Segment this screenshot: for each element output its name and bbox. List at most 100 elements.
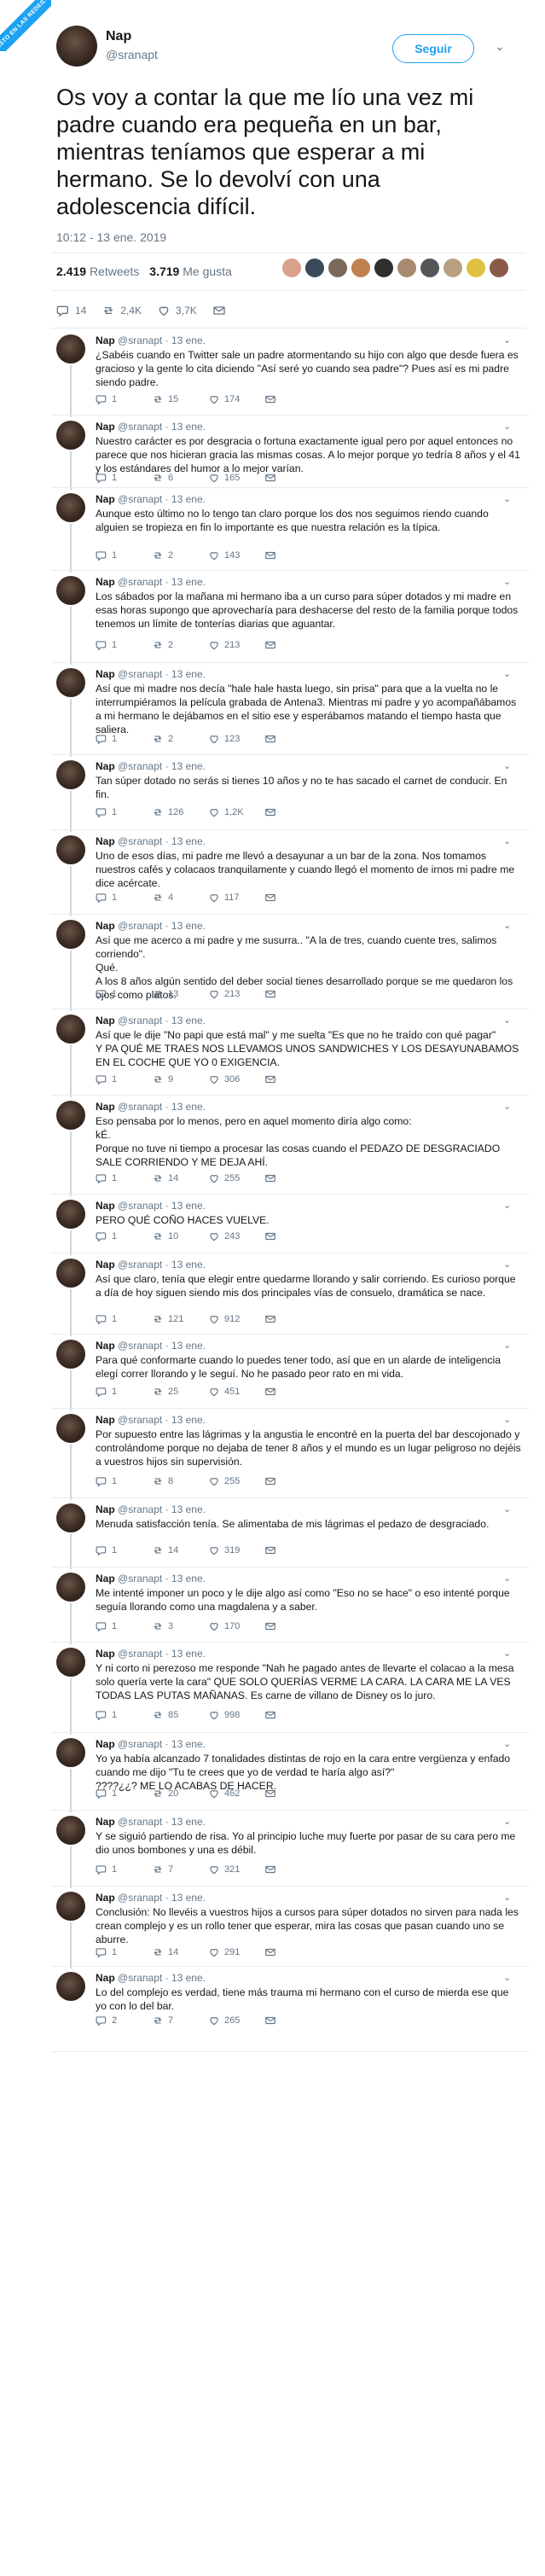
message-button[interactable] — [264, 1313, 321, 1325]
reply-tweet[interactable]: Nap @sranapt · 13 ene. ⌄ Para qué conforma… — [0, 1335, 545, 1410]
reply-tweet[interactable]: Nap @sranapt · 13 ene. ⌄ Así que mi madre … — [0, 663, 545, 757]
author-handle[interactable]: @sranapt — [118, 334, 162, 346]
author-name[interactable]: Nap — [96, 1414, 115, 1426]
retweet-button[interactable]: 6 — [152, 472, 208, 484]
reply-tweet[interactable]: Nap @sranapt · 13 ene. ⌄ Aunque esto últim… — [0, 488, 545, 573]
follow-button[interactable]: Seguir — [392, 34, 474, 63]
reply-date[interactable]: · 13 ene. — [165, 576, 206, 588]
chevron-down-icon[interactable]: ⌄ — [503, 920, 511, 931]
author-handle[interactable]: @sranapt — [106, 48, 158, 61]
reply-button[interactable]: 1 — [96, 1475, 152, 1487]
like-button[interactable]: 462 — [208, 1788, 264, 1800]
author-handle[interactable]: @sranapt — [118, 1259, 162, 1271]
reply-tweet[interactable]: Nap @sranapt · 13 ene. ⌄ Conclusión: No ll… — [0, 1887, 545, 1968]
reply-tweet[interactable]: Nap @sranapt · 13 ene. ⌄ Así que le dije "… — [0, 1009, 545, 1097]
author-name[interactable]: Nap — [106, 29, 131, 44]
like-button[interactable]: 143 — [208, 550, 264, 561]
reply-button[interactable]: 1 — [96, 1172, 152, 1184]
avatar[interactable] — [56, 1573, 85, 1602]
message-button[interactable] — [264, 988, 321, 1000]
author-name[interactable]: Nap — [96, 1648, 115, 1660]
avatar[interactable] — [56, 1259, 85, 1288]
author-name[interactable]: Nap — [96, 1892, 115, 1904]
liker-avatar[interactable] — [397, 258, 417, 278]
reply-button[interactable]: 1 — [96, 393, 152, 405]
avatar[interactable] — [56, 835, 85, 864]
like-button[interactable]: 265 — [208, 2015, 264, 2026]
reply-tweet[interactable]: Nap @sranapt · 13 ene. ⌄ ¿Sabéis cuando en… — [0, 329, 545, 417]
chevron-down-icon[interactable]: ⌄ — [503, 334, 511, 346]
reply-date[interactable]: · 13 ene. — [165, 1340, 206, 1352]
author-handle[interactable]: @sranapt — [118, 1892, 162, 1904]
reply-button[interactable]: 1 — [96, 733, 152, 745]
reply-tweet[interactable]: Nap @sranapt · 13 ene. ⌄ Menuda satisfacci… — [0, 1498, 545, 1569]
reply-header[interactable]: Nap @sranapt · 13 ene. — [96, 1816, 206, 1828]
reply-tweet[interactable]: Nap @sranapt · 13 ene. ⌄ Y ni corto ni per… — [0, 1643, 545, 1735]
reply-header[interactable]: Nap @sranapt · 13 ene. — [96, 1648, 206, 1660]
reply-button[interactable]: 1 — [96, 988, 152, 1000]
retweet-button[interactable]: 14 — [152, 1172, 208, 1184]
chevron-down-icon[interactable]: ⌄ — [503, 1648, 511, 1659]
reply-date[interactable]: · 13 ene. — [165, 1200, 206, 1212]
chevron-down-icon[interactable]: ⌄ — [503, 1414, 511, 1425]
chevron-down-icon[interactable]: ⌄ — [503, 1573, 511, 1584]
reply-header[interactable]: Nap @sranapt · 13 ene. — [96, 1573, 206, 1585]
reply-date[interactable]: · 13 ene. — [165, 1816, 206, 1828]
reply-tweet[interactable]: Nap @sranapt · 13 ene. ⌄ PERO QUÉ COÑO HAC… — [0, 1195, 545, 1255]
avatar[interactable] — [56, 1200, 85, 1229]
chevron-down-icon[interactable]: ⌄ — [503, 1101, 511, 1112]
reply-button[interactable]: 1 — [96, 1620, 152, 1632]
like-button[interactable]: 3,7K — [157, 304, 197, 317]
retweet-button[interactable]: 3 — [152, 1620, 208, 1632]
like-button[interactable]: 255 — [208, 1475, 264, 1487]
author-name[interactable]: Nap — [96, 493, 115, 505]
author-name[interactable]: Nap — [96, 421, 115, 433]
chevron-down-icon[interactable]: ⌄ — [503, 1015, 511, 1026]
avatar[interactable] — [56, 26, 97, 67]
reply-button[interactable]: 1 — [96, 1073, 152, 1085]
reply-header[interactable]: Nap @sranapt · 13 ene. — [96, 1101, 206, 1113]
reply-header[interactable]: Nap @sranapt · 13 ene. — [96, 1259, 206, 1271]
retweet-button[interactable]: 13 — [152, 988, 208, 1000]
reply-date[interactable]: · 13 ene. — [165, 1414, 206, 1426]
message-button[interactable] — [264, 1788, 321, 1800]
retweet-button[interactable]: 7 — [152, 1864, 208, 1875]
avatar[interactable] — [56, 421, 85, 450]
author-handle[interactable]: @sranapt — [118, 1015, 162, 1026]
retweet-button[interactable]: 25 — [152, 1386, 208, 1398]
author-name[interactable]: Nap — [96, 1200, 115, 1212]
like-button[interactable]: 243 — [208, 1230, 264, 1242]
retweet-button[interactable]: 7 — [152, 2015, 208, 2026]
reply-tweet[interactable]: Nap @sranapt · 13 ene. ⌄ Uno de esos días,… — [0, 830, 545, 916]
message-button[interactable] — [264, 1709, 321, 1721]
like-button[interactable]: 451 — [208, 1386, 264, 1398]
author-handle[interactable]: @sranapt — [118, 1340, 162, 1352]
like-button[interactable]: 170 — [208, 1620, 264, 1632]
reply-date[interactable]: · 13 ene. — [165, 421, 206, 433]
author-handle[interactable]: @sranapt — [118, 1101, 162, 1113]
chevron-down-icon[interactable]: ⌄ — [503, 1200, 511, 1211]
author-handle[interactable]: @sranapt — [118, 1503, 162, 1515]
like-button[interactable]: 213 — [208, 639, 264, 651]
retweet-button[interactable]: 2 — [152, 639, 208, 651]
author-handle[interactable]: @sranapt — [118, 760, 162, 772]
reply-button[interactable]: 1 — [96, 1230, 152, 1242]
message-button[interactable] — [264, 2015, 321, 2026]
chevron-down-icon[interactable]: ⌄ — [503, 1816, 511, 1827]
like-button[interactable]: 123 — [208, 733, 264, 745]
reply-header[interactable]: Nap @sranapt · 13 ene. — [96, 1972, 206, 1984]
author-name[interactable]: Nap — [96, 1503, 115, 1515]
retweet-button[interactable]: 121 — [152, 1313, 208, 1325]
message-button[interactable] — [264, 1864, 321, 1875]
reply-tweet[interactable]: Nap @sranapt · 13 ene. ⌄ Los sábados por l… — [0, 571, 545, 665]
liker-avatar[interactable] — [489, 258, 509, 278]
reply-tweet[interactable]: Nap @sranapt · 13 ene. ⌄ Nuestro carácter … — [0, 416, 545, 490]
message-button[interactable] — [264, 1230, 321, 1242]
reply-button[interactable]: 1 — [96, 1864, 152, 1875]
like-button[interactable]: 174 — [208, 393, 264, 405]
avatar[interactable] — [56, 1648, 85, 1677]
liker-avatar[interactable] — [304, 258, 325, 278]
retweet-button[interactable]: 4 — [152, 892, 208, 904]
avatar[interactable] — [56, 668, 85, 697]
reply-date[interactable]: · 13 ene. — [165, 760, 206, 772]
